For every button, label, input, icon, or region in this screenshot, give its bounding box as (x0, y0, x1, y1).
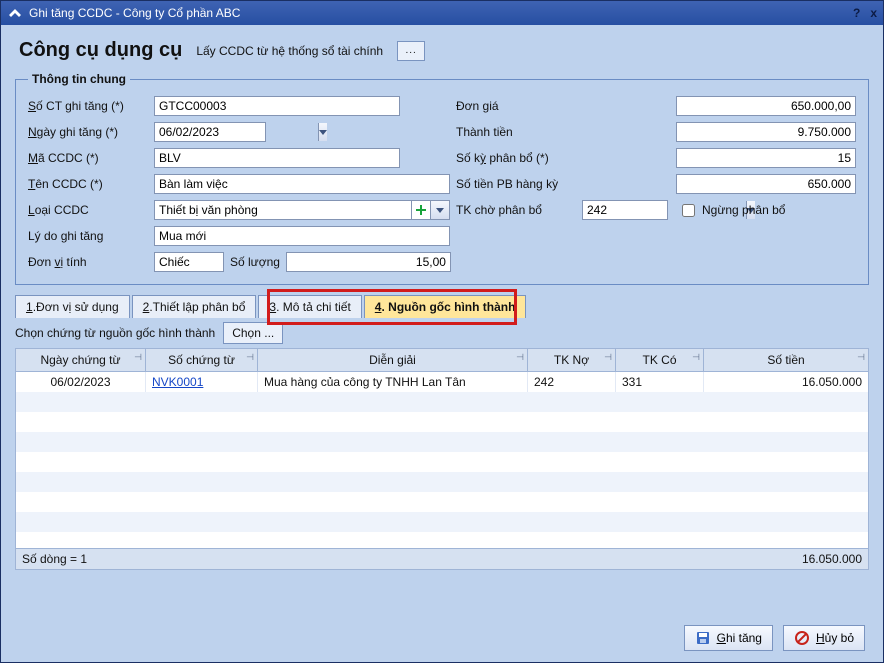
input-soluong[interactable] (286, 252, 451, 272)
label-ten: Tên CCDC (*) (28, 177, 148, 191)
save-button[interactable]: Ghi tăng (684, 625, 773, 651)
label-soluong: Số lượng (230, 255, 280, 269)
ngungpb-checkbox[interactable] (682, 204, 695, 217)
tabs-row: 1.Đơn vị sử dụng 2.Thiết lập phân bổ 3. … (15, 295, 869, 318)
grid-header: Ngày chứng từ⊣ Số chứng từ⊣ Diễn giải⊣ T… (16, 349, 868, 372)
grid-footer: Số dòng = 1 16.050.000 (16, 548, 868, 569)
label-tkcho: TK chờ phân bổ (456, 203, 576, 217)
input-ten[interactable] (154, 174, 450, 194)
data-grid: Ngày chứng từ⊣ Số chứng từ⊣ Diễn giải⊣ T… (15, 348, 869, 570)
grid-total: 16.050.000 (616, 549, 868, 569)
date-combo[interactable] (154, 122, 266, 142)
pin-icon[interactable]: ⊣ (134, 352, 142, 363)
pin-icon[interactable]: ⊣ (692, 352, 700, 363)
label-lydo: Lý do ghi tăng (28, 229, 148, 243)
page-title: Công cụ dụng cụ (19, 39, 182, 62)
pin-icon[interactable]: ⊣ (516, 352, 524, 363)
header-subtitle: Lấy CCDC từ hệ thống sổ tài chính (196, 44, 383, 58)
label-soky: Số kỳ phân bổ (*) (456, 151, 576, 165)
save-icon (695, 630, 711, 646)
header-row: Công cụ dụng cụ Lấy CCDC từ hệ thống sổ … (1, 25, 883, 72)
plus-icon[interactable] (411, 201, 430, 219)
cancel-button[interactable]: Hủy bỏ (783, 625, 865, 651)
ellipsis-button[interactable]: ... (397, 41, 425, 61)
footer-bar: Ghi tăng Hủy bỏ (1, 614, 883, 662)
subbar-label: Chọn chứng từ nguồn gốc hình thành (15, 326, 215, 340)
input-thanhtien[interactable] (676, 122, 856, 142)
window-title: Ghi tăng CCDC - Công ty Cổ phần ABC (29, 6, 853, 20)
chevron-down-icon[interactable] (318, 123, 327, 141)
close-icon[interactable]: x (870, 6, 877, 20)
titlebar: Ghi tăng CCDC - Công ty Cổ phần ABC ? x (1, 1, 883, 25)
input-loai[interactable] (155, 201, 411, 219)
pin-icon[interactable]: ⊣ (246, 352, 254, 363)
input-ngay[interactable] (155, 123, 318, 141)
app-icon (7, 5, 23, 21)
grid-body[interactable]: 06/02/2023 NVK0001 Mua hàng của công ty … (16, 372, 868, 548)
label-donvi: Đơn vị tính (28, 255, 148, 269)
general-info-fieldset: Thông tin chung Số CT ghi tăng (*) Đơn g… (15, 72, 869, 285)
app-window: Ghi tăng CCDC - Công ty Cổ phần ABC ? x … (0, 0, 884, 663)
input-donvi[interactable] (154, 252, 224, 272)
label-ngay: Ngày ghi tăng (*) (28, 125, 148, 139)
label-sotien-pb: Số tiền PB hàng kỳ (456, 177, 576, 191)
fieldset-legend: Thông tin chung (28, 72, 130, 86)
input-dongia[interactable] (676, 96, 856, 116)
input-ma[interactable] (154, 148, 400, 168)
label-so-ct: Số CT ghi tăng (*) (28, 99, 148, 113)
label-dongia: Đơn giá (456, 99, 576, 113)
pin-icon[interactable]: ⊣ (604, 352, 612, 363)
chevron-down-icon[interactable] (430, 201, 449, 219)
help-icon[interactable]: ? (853, 6, 860, 20)
input-lydo[interactable] (154, 226, 450, 246)
voucher-link[interactable]: NVK0001 (152, 375, 203, 389)
label-thanhtien: Thành tiền (456, 125, 576, 139)
checkbox-ngungpb[interactable]: Ngừng phân bổ (678, 201, 785, 220)
input-sotien-pb[interactable] (676, 174, 856, 194)
row-count: Số dòng = 1 (16, 549, 616, 569)
input-soky[interactable] (676, 148, 856, 168)
cancel-icon (794, 630, 810, 646)
tab-donvi[interactable]: 1.Đơn vị sử dụng (15, 295, 130, 318)
label-loai: Loại CCDC (28, 203, 148, 217)
combo-tkcho[interactable] (582, 200, 668, 220)
tab-mota[interactable]: 3. Mô tả chi tiết (258, 295, 361, 318)
tab-thietlap[interactable]: 2.Thiết lập phân bổ (132, 295, 257, 318)
choose-button[interactable]: Chọn ... (223, 322, 283, 344)
sub-toolbar: Chọn chứng từ nguồn gốc hình thành Chọn … (15, 322, 869, 344)
label-ma: Mã CCDC (*) (28, 151, 148, 165)
pin-icon[interactable]: ⊣ (857, 352, 865, 363)
table-row[interactable]: 06/02/2023 NVK0001 Mua hàng của công ty … (16, 372, 868, 392)
combo-loai[interactable] (154, 200, 450, 220)
label-ngungpb: Ngừng phân bổ (702, 203, 785, 217)
input-so-ct[interactable] (154, 96, 400, 116)
tab-nguongoc[interactable]: 4. Nguồn gốc hình thành (364, 295, 527, 318)
